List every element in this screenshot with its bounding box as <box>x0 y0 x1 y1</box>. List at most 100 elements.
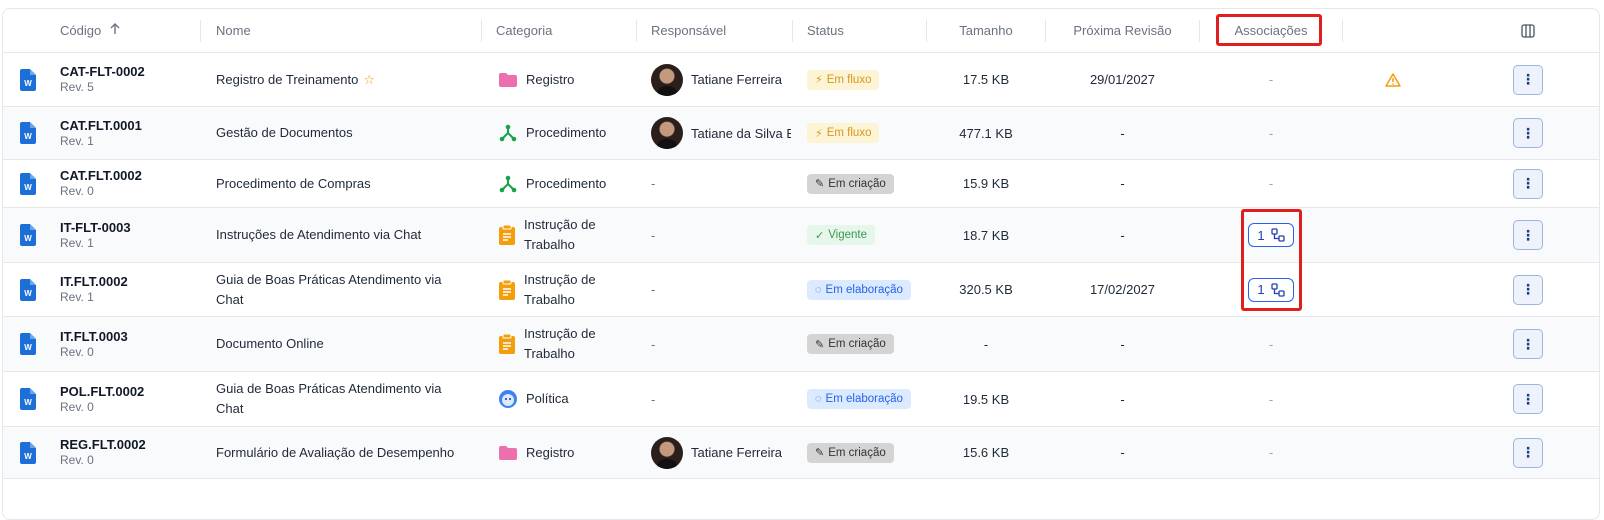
table-row[interactable]: W CAT.FLT.0001 Rev. 1 Gestão de Document… <box>3 107 1599 160</box>
responsible-cell: Tatiane Ferreira <box>651 53 791 106</box>
table-row[interactable]: W CAT.FLT.0002 Rev. 0 Procedimento de Co… <box>3 160 1599 208</box>
associations-cell: - <box>1200 107 1342 159</box>
warning-icon[interactable] <box>1378 53 1408 106</box>
document-code[interactable]: REG.FLT.0002 <box>60 437 146 453</box>
document-name-cell[interactable]: Instruções de Atendimento via Chat <box>216 208 471 262</box>
folder-icon <box>498 445 518 461</box>
avatar <box>651 63 683 96</box>
column-header-nome[interactable]: Nome <box>216 9 251 52</box>
row-actions-cell: ⋮ <box>1513 160 1543 207</box>
column-header-tamanho[interactable]: Tamanho <box>927 9 1045 52</box>
column-header-codigo[interactable]: Código <box>60 9 121 52</box>
document-code-cell[interactable]: CAT.FLT.0001 Rev. 1 <box>60 107 200 159</box>
document-name[interactable]: Documento Online <box>216 334 324 354</box>
document-code-cell[interactable]: IT-FLT-0003 Rev. 1 <box>60 208 200 262</box>
status-vigente-icon: ✓ <box>815 229 825 242</box>
column-header-responsavel[interactable]: Responsável <box>651 9 726 52</box>
table-row[interactable]: W POL.FLT.0002 Rev. 0 Guia de Boas Práti… <box>3 372 1599 427</box>
word-document-icon: W <box>19 107 41 159</box>
document-revision: Rev. 0 <box>60 344 94 359</box>
file-size: 15.6 KB <box>962 445 1010 460</box>
document-name-cell[interactable]: Registro de Treinamento ☆ <box>216 53 471 106</box>
status-badge: ◌ Em elaboração <box>807 279 911 300</box>
document-code-cell[interactable]: IT.FLT.0002 Rev. 1 <box>60 263 200 316</box>
word-document-icon: W <box>19 427 41 478</box>
more-options-button[interactable]: ⋮ <box>1513 329 1543 359</box>
document-code[interactable]: IT.FLT.0002 <box>60 274 128 290</box>
status-cell: ⚡ Em fluxo <box>807 107 927 159</box>
file-size: 320.5 KB <box>959 282 1013 297</box>
document-name-cell[interactable]: Documento Online <box>216 317 471 371</box>
size-cell: 320.5 KB <box>927 263 1045 316</box>
table-row[interactable]: W CAT-FLT-0002 Rev. 5 Registro de Treina… <box>3 53 1599 107</box>
file-size: 477.1 KB <box>959 125 1013 141</box>
document-name[interactable]: Guia de Boas Práticas Atendimento via Ch… <box>216 379 471 419</box>
responsible-cell: - <box>651 160 791 207</box>
size-cell: 17.5 KB <box>927 53 1045 106</box>
table-row[interactable]: W IT.FLT.0003 Rev. 0 Documento Online In… <box>3 317 1599 372</box>
document-name-cell[interactable]: Gestão de Documentos <box>216 107 471 159</box>
document-name[interactable]: Gestão de Documentos <box>216 123 353 143</box>
responsible-name: - <box>651 227 656 243</box>
category-cell: Registro <box>498 53 628 106</box>
associations-count: - <box>1268 391 1274 407</box>
more-options-button[interactable]: ⋮ <box>1513 437 1543 468</box>
document-name[interactable]: Guia de Boas Práticas Atendimento via Ch… <box>216 270 471 310</box>
document-code[interactable]: CAT.FLT.0001 <box>60 118 142 134</box>
status-badge: ⚡ Em fluxo <box>807 69 880 90</box>
responsible-cell: - <box>651 372 791 426</box>
svg-text:W: W <box>24 234 32 243</box>
document-name[interactable]: Formulário de Avaliação de Desempenho <box>216 443 454 463</box>
kebab-icon: ⋮ <box>1521 281 1535 297</box>
columns-icon[interactable] <box>1513 9 1543 52</box>
document-code-cell[interactable]: IT.FLT.0003 Rev. 0 <box>60 317 200 371</box>
column-header-proxima-revisao[interactable]: Próxima Revisão <box>1046 9 1199 52</box>
svg-text:W: W <box>24 398 32 407</box>
word-document-icon: W <box>19 160 41 207</box>
document-name-cell[interactable]: Guia de Boas Práticas Atendimento via Ch… <box>216 263 471 316</box>
document-code-cell[interactable]: REG.FLT.0002 Rev. 0 <box>60 427 200 478</box>
size-cell: 15.6 KB <box>927 427 1045 478</box>
next-review-date: - <box>1120 176 1125 191</box>
document-code[interactable]: CAT-FLT-0002 <box>60 64 145 80</box>
document-name-cell[interactable]: Guia de Boas Práticas Atendimento via Ch… <box>216 372 471 426</box>
kebab-icon: ⋮ <box>1521 124 1535 141</box>
column-label-codigo: Código <box>60 23 102 38</box>
word-document-icon: W <box>19 208 41 262</box>
row-actions-cell: ⋮ <box>1513 107 1543 159</box>
more-options-button[interactable]: ⋮ <box>1513 64 1543 95</box>
more-options-button[interactable]: ⋮ <box>1513 274 1543 305</box>
document-name-cell[interactable]: Formulário de Avaliação de Desempenho <box>216 427 471 478</box>
status-elab-icon: ◌ <box>815 283 822 296</box>
table-row[interactable]: W IT-FLT-0003 Rev. 1 Instruções de Atend… <box>3 208 1599 263</box>
document-code-cell[interactable]: CAT.FLT.0002 Rev. 0 <box>60 160 200 207</box>
document-name[interactable]: Instruções de Atendimento via Chat <box>216 225 421 245</box>
document-name[interactable]: Procedimento de Compras <box>216 174 371 194</box>
documents-table: Código Nome Categoria Responsável Status… <box>2 8 1600 520</box>
size-cell: - <box>927 317 1045 371</box>
more-options-button[interactable]: ⋮ <box>1513 118 1543 148</box>
document-code-cell[interactable]: POL.FLT.0002 Rev. 0 <box>60 372 200 426</box>
table-row[interactable]: W REG.FLT.0002 Rev. 0 Formulário de Aval… <box>3 427 1599 479</box>
status-criacao-icon: ✎ <box>815 178 825 190</box>
status-cell: ✎ Em criação <box>807 317 927 371</box>
document-code[interactable]: IT.FLT.0003 <box>60 329 128 345</box>
document-code[interactable]: IT-FLT-0003 <box>60 220 131 236</box>
column-header-status[interactable]: Status <box>807 9 844 52</box>
arrow-up-icon <box>109 23 121 38</box>
highlight-associacoes-header <box>1216 14 1322 46</box>
more-options-button[interactable]: ⋮ <box>1513 384 1543 414</box>
next-review-cell: - <box>1046 208 1199 262</box>
more-options-button[interactable]: ⋮ <box>1513 220 1543 250</box>
document-code-cell[interactable]: CAT-FLT-0002 Rev. 5 <box>60 53 200 106</box>
status-label: Em fluxo <box>826 127 872 139</box>
table-row[interactable]: W IT.FLT.0002 Rev. 1 Guia de Boas Prátic… <box>3 263 1599 317</box>
document-code[interactable]: POL.FLT.0002 <box>60 384 144 400</box>
more-options-button[interactable]: ⋮ <box>1513 168 1543 199</box>
star-icon[interactable]: ☆ <box>363 70 375 90</box>
document-name[interactable]: Registro de Treinamento <box>216 70 358 90</box>
next-review-date: - <box>1120 391 1125 407</box>
document-name-cell[interactable]: Procedimento de Compras <box>216 160 471 207</box>
column-header-categoria[interactable]: Categoria <box>496 9 552 52</box>
document-code[interactable]: CAT.FLT.0002 <box>60 168 142 184</box>
